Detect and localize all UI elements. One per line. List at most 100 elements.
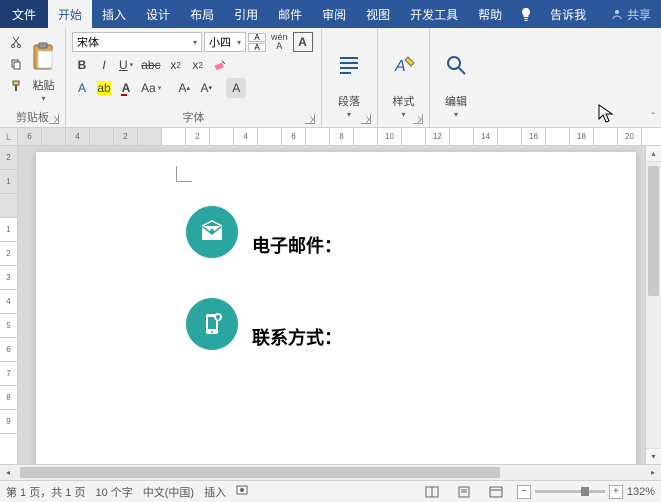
strikethrough-button[interactable]: abc xyxy=(138,55,163,75)
collapse-ribbon-button[interactable]: ˆ xyxy=(652,112,655,123)
ruler-tick: 2 xyxy=(186,128,210,146)
phonetic-guide-button[interactable]: wénA xyxy=(268,32,291,52)
clipboard-group-label: 剪贴板 xyxy=(16,112,49,124)
ruler-tick xyxy=(642,128,661,146)
cut-button[interactable] xyxy=(6,32,26,52)
ruler-tick xyxy=(546,128,570,146)
grow-font-alt-button[interactable]: A▴ xyxy=(174,78,194,98)
tell-me[interactable]: 告诉我 xyxy=(540,0,596,28)
tab-help[interactable]: 帮助 xyxy=(468,0,512,28)
vruler-tick xyxy=(0,194,17,218)
zoom-slider[interactable] xyxy=(535,490,605,493)
clear-format-button[interactable] xyxy=(210,55,230,75)
svg-text:A: A xyxy=(394,58,406,75)
scroll-down-button[interactable]: ▾ xyxy=(646,448,661,464)
styles-launcher[interactable] xyxy=(413,114,423,124)
tab-review[interactable]: 审阅 xyxy=(312,0,356,28)
hscroll-thumb[interactable] xyxy=(20,467,500,478)
ruler-tick xyxy=(210,128,234,146)
ruler-tick: 16 xyxy=(522,128,546,146)
paste-label: 粘贴 xyxy=(33,77,55,93)
font-group-label: 字体 xyxy=(183,112,205,124)
ruler-horizontal[interactable]: L 6 4 2 2 4 6 8 10 12 14 16 18 20 22 24 xyxy=(0,128,661,146)
shrink-font-alt-button[interactable]: A▾ xyxy=(196,78,216,98)
shrink-font-button[interactable]: A xyxy=(248,43,266,52)
vruler-tick: 2 xyxy=(0,242,17,266)
menu-file[interactable]: 文件 xyxy=(0,0,48,28)
copy-button[interactable] xyxy=(6,54,26,74)
vertical-scrollbar[interactable]: ▴ ▾ xyxy=(645,146,661,464)
status-language[interactable]: 中文(中国) xyxy=(143,484,194,500)
italic-button[interactable]: I xyxy=(94,55,114,75)
styles-button[interactable]: A 样式 ▾ xyxy=(384,32,423,123)
tab-references[interactable]: 引用 xyxy=(224,0,268,28)
view-print-button[interactable] xyxy=(453,483,475,501)
zoom-out-button[interactable]: − xyxy=(517,485,531,499)
tab-design[interactable]: 设计 xyxy=(136,0,180,28)
ruler-vertical[interactable]: 2 1 1 2 3 4 5 6 7 8 9 xyxy=(0,146,18,464)
share-label: 共享 xyxy=(627,6,651,23)
superscript-button[interactable]: x2 xyxy=(188,55,208,75)
list-item: 电子邮件： xyxy=(186,206,636,258)
view-web-button[interactable] xyxy=(485,483,507,501)
ruler-tick xyxy=(498,128,522,146)
share-button[interactable]: 共享 xyxy=(601,0,661,28)
ruler-tick xyxy=(354,128,378,146)
status-page[interactable]: 第 1 页，共 1 页 xyxy=(6,484,85,500)
ruler-tick xyxy=(258,128,282,146)
scroll-right-button[interactable]: ▸ xyxy=(645,465,661,481)
editing-label: 编辑 xyxy=(445,93,467,109)
ruler-corner: L xyxy=(0,128,18,146)
enclose-char-button[interactable]: A xyxy=(226,78,246,98)
tab-home[interactable]: 开始 xyxy=(48,0,92,28)
vruler-tick: 6 xyxy=(0,338,17,362)
paragraph-button[interactable]: 段落 ▾ xyxy=(328,32,370,123)
change-case-button[interactable]: Aa xyxy=(138,78,164,98)
clipboard-icon xyxy=(31,36,57,77)
char-shading-button[interactable]: A xyxy=(72,78,92,98)
document-area[interactable]: 电子邮件： 联系方式： xyxy=(18,146,645,464)
grow-font-button[interactable]: A xyxy=(248,33,266,42)
styles-label: 样式 xyxy=(393,93,415,109)
highlight-button[interactable]: ab xyxy=(94,78,114,98)
font-launcher[interactable] xyxy=(305,114,315,124)
vruler-tick: 1 xyxy=(0,170,17,194)
underline-button[interactable]: U xyxy=(116,55,136,75)
tab-layout[interactable]: 布局 xyxy=(180,0,224,28)
zoom-value[interactable]: 132% xyxy=(627,486,655,498)
mail-icon xyxy=(186,206,238,258)
view-read-button[interactable] xyxy=(421,483,443,501)
paragraph-launcher[interactable] xyxy=(361,114,371,124)
paste-button[interactable]: 粘贴 ▾ xyxy=(28,32,59,107)
ruler-tick: 6 xyxy=(18,128,42,146)
tab-insert[interactable]: 插入 xyxy=(92,0,136,28)
vruler-tick: 2 xyxy=(0,146,17,170)
styles-icon: A xyxy=(391,36,417,93)
format-painter-button[interactable] xyxy=(6,76,26,96)
clipboard-launcher[interactable] xyxy=(49,114,59,124)
scroll-up-button[interactable]: ▴ xyxy=(646,146,661,162)
char-border-button[interactable]: A xyxy=(293,32,313,52)
font-size-select[interactable]: 小四▾ xyxy=(204,32,246,52)
scroll-left-button[interactable]: ◂ xyxy=(0,465,16,481)
horizontal-scrollbar[interactable]: ◂ ▸ xyxy=(0,464,661,480)
bold-button[interactable]: B xyxy=(72,55,92,75)
editing-button[interactable]: 编辑 ▾ xyxy=(436,32,476,123)
page[interactable]: 电子邮件： 联系方式： xyxy=(36,152,636,464)
status-mode[interactable]: 插入 xyxy=(204,484,226,500)
lightbulb-icon[interactable] xyxy=(512,0,540,28)
font-name-select[interactable]: 宋体▾ xyxy=(72,32,202,52)
tab-developer[interactable]: 开发工具 xyxy=(400,0,468,28)
tab-mailings[interactable]: 邮件 xyxy=(268,0,312,28)
search-icon xyxy=(445,36,467,93)
subscript-button[interactable]: x2 xyxy=(166,55,186,75)
tab-view[interactable]: 视图 xyxy=(356,0,400,28)
ruler-tick xyxy=(402,128,426,146)
status-words[interactable]: 10 个字 xyxy=(95,484,132,500)
ruler-tick xyxy=(42,128,66,146)
scroll-thumb[interactable] xyxy=(648,166,659,296)
zoom-in-button[interactable]: + xyxy=(609,485,623,499)
font-color-button[interactable]: A xyxy=(116,78,136,98)
macro-record-icon[interactable] xyxy=(236,484,248,499)
vruler-tick: 7 xyxy=(0,362,17,386)
